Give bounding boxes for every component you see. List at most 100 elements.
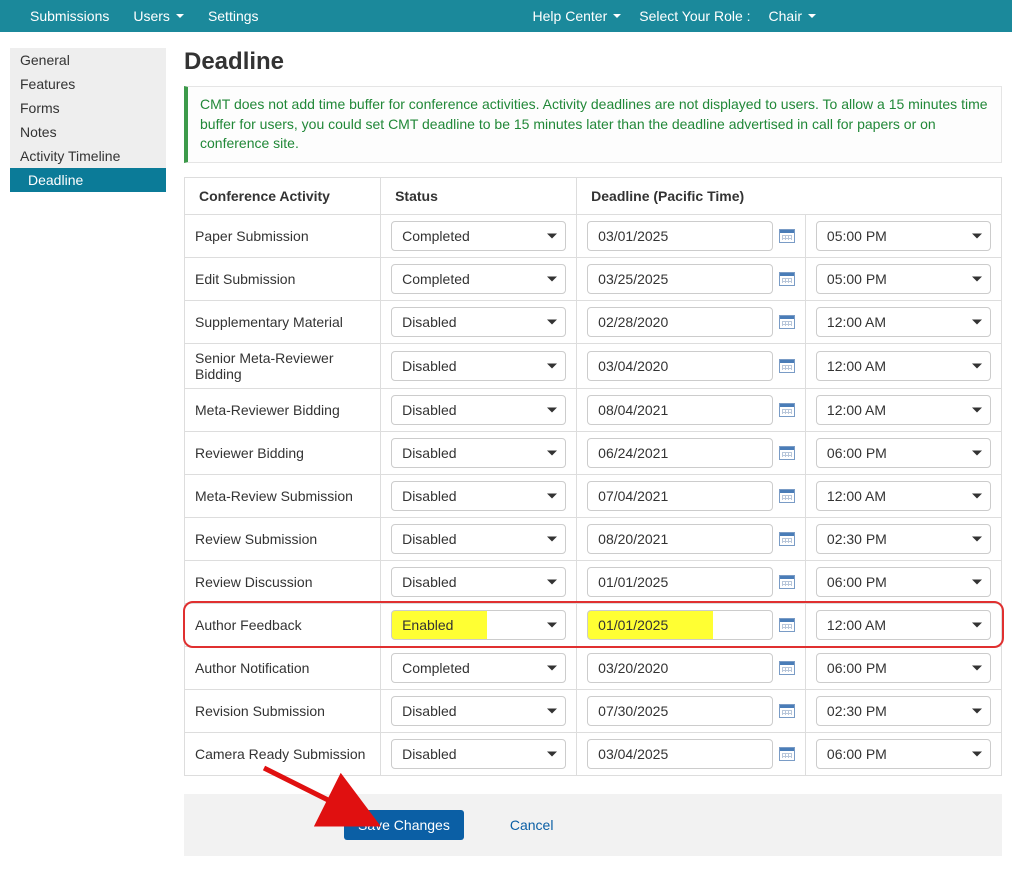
date-cell: 03/25/2025 [577,257,806,300]
date-value: 08/20/2021 [598,531,668,547]
col-deadline: Deadline (Pacific Time) [577,177,1002,214]
status-cell: Disabled [381,343,577,388]
calendar-icon[interactable] [779,618,795,632]
chevron-down-icon [547,407,557,412]
sidebar-item-notes[interactable]: Notes [10,120,166,144]
activity-label: Camera Ready Submission [185,732,381,775]
save-button[interactable]: Save Changes [344,810,464,840]
date-input[interactable]: 03/20/2020 [587,653,773,683]
date-value: 01/01/2025 [598,617,668,633]
date-input[interactable]: 08/20/2021 [587,524,773,554]
date-input[interactable]: 07/30/2025 [587,696,773,726]
status-select[interactable]: Disabled [391,739,566,769]
date-input[interactable]: 02/28/2020 [587,307,773,337]
time-select[interactable]: 02:30 PM [816,696,991,726]
activity-label: Meta-Review Submission [185,474,381,517]
date-value: 07/30/2025 [598,703,668,719]
status-select[interactable]: Completed [391,264,566,294]
date-cell: 03/04/2020 [577,343,806,388]
table-header-row: Conference Activity Status Deadline (Pac… [185,177,1002,214]
time-cell: 05:00 PM [805,214,1001,257]
date-input[interactable]: 01/01/2025 [587,610,773,640]
time-select[interactable]: 06:00 PM [816,567,991,597]
calendar-icon[interactable] [779,575,795,589]
role-selector[interactable]: Chair [769,8,816,24]
calendar-icon[interactable] [779,446,795,460]
date-input[interactable]: 03/04/2020 [587,351,773,381]
activity-label: Author Notification [185,646,381,689]
cancel-button[interactable]: Cancel [504,816,560,834]
status-value: Completed [402,228,470,244]
time-select[interactable]: 05:00 PM [816,264,991,294]
time-value: 06:00 PM [827,660,887,676]
time-select[interactable]: 02:30 PM [816,524,991,554]
time-select[interactable]: 06:00 PM [816,653,991,683]
date-value: 03/01/2025 [598,228,668,244]
time-select[interactable]: 05:00 PM [816,221,991,251]
time-value: 02:30 PM [827,703,887,719]
calendar-icon[interactable] [779,704,795,718]
chevron-down-icon [972,319,982,324]
deadline-table: Conference Activity Status Deadline (Pac… [184,177,1002,776]
user-area-placeholder [922,7,992,25]
nav-settings[interactable]: Settings [208,8,259,24]
nav-users[interactable]: Users [133,8,184,24]
time-select[interactable]: 12:00 AM [816,351,991,381]
chevron-down-icon [613,14,621,18]
calendar-icon[interactable] [779,403,795,417]
calendar-icon[interactable] [779,489,795,503]
user-area-placeholder [834,7,904,25]
activity-label: Paper Submission [185,214,381,257]
sidebar-item-deadline[interactable]: Deadline [10,168,166,192]
calendar-icon[interactable] [779,229,795,243]
date-input[interactable]: 08/04/2021 [587,395,773,425]
calendar-icon[interactable] [779,315,795,329]
time-select[interactable]: 06:00 PM [816,438,991,468]
status-select[interactable]: Disabled [391,696,566,726]
sidebar-item-activity-timeline[interactable]: Activity Timeline [10,144,166,168]
time-select[interactable]: 12:00 AM [816,307,991,337]
time-select[interactable]: 12:00 AM [816,395,991,425]
chevron-down-icon [547,450,557,455]
status-select[interactable]: Enabled [391,610,566,640]
status-select[interactable]: Disabled [391,351,566,381]
date-input[interactable]: 03/01/2025 [587,221,773,251]
time-select[interactable]: 12:00 AM [816,481,991,511]
calendar-icon[interactable] [779,359,795,373]
status-cell: Completed [381,646,577,689]
chevron-down-icon [547,536,557,541]
time-select[interactable]: 12:00 AM [816,610,991,640]
status-select[interactable]: Disabled [391,307,566,337]
calendar-icon[interactable] [779,272,795,286]
time-select[interactable]: 06:00 PM [816,739,991,769]
status-select[interactable]: Disabled [391,395,566,425]
date-input[interactable]: 03/04/2025 [587,739,773,769]
activity-label: Edit Submission [185,257,381,300]
status-select[interactable]: Disabled [391,481,566,511]
sidebar-item-features[interactable]: Features [10,72,166,96]
date-input[interactable]: 03/25/2025 [587,264,773,294]
table-row: Camera Ready Submission Disabled 03/04/202… [185,732,1002,775]
date-input[interactable]: 01/01/2025 [587,567,773,597]
status-select[interactable]: Completed [391,653,566,683]
help-center-menu[interactable]: Help Center [533,8,622,24]
status-select[interactable]: Completed [391,221,566,251]
status-value: Completed [402,271,470,287]
date-input[interactable]: 07/04/2021 [587,481,773,511]
sidebar-item-forms[interactable]: Forms [10,96,166,120]
calendar-icon[interactable] [779,532,795,546]
sidebar-item-general[interactable]: General [10,48,166,72]
date-cell: 06/24/2021 [577,431,806,474]
status-value: Disabled [402,314,456,330]
chevron-down-icon [547,276,557,281]
chevron-down-icon [972,622,982,627]
chevron-down-icon [547,493,557,498]
date-input[interactable]: 06/24/2021 [587,438,773,468]
chevron-down-icon [808,14,816,18]
nav-submissions[interactable]: Submissions [30,8,109,24]
calendar-icon[interactable] [779,661,795,675]
time-cell: 12:00 AM [805,343,1001,388]
status-select[interactable]: Disabled [391,567,566,597]
status-select[interactable]: Disabled [391,524,566,554]
status-select[interactable]: Disabled [391,438,566,468]
